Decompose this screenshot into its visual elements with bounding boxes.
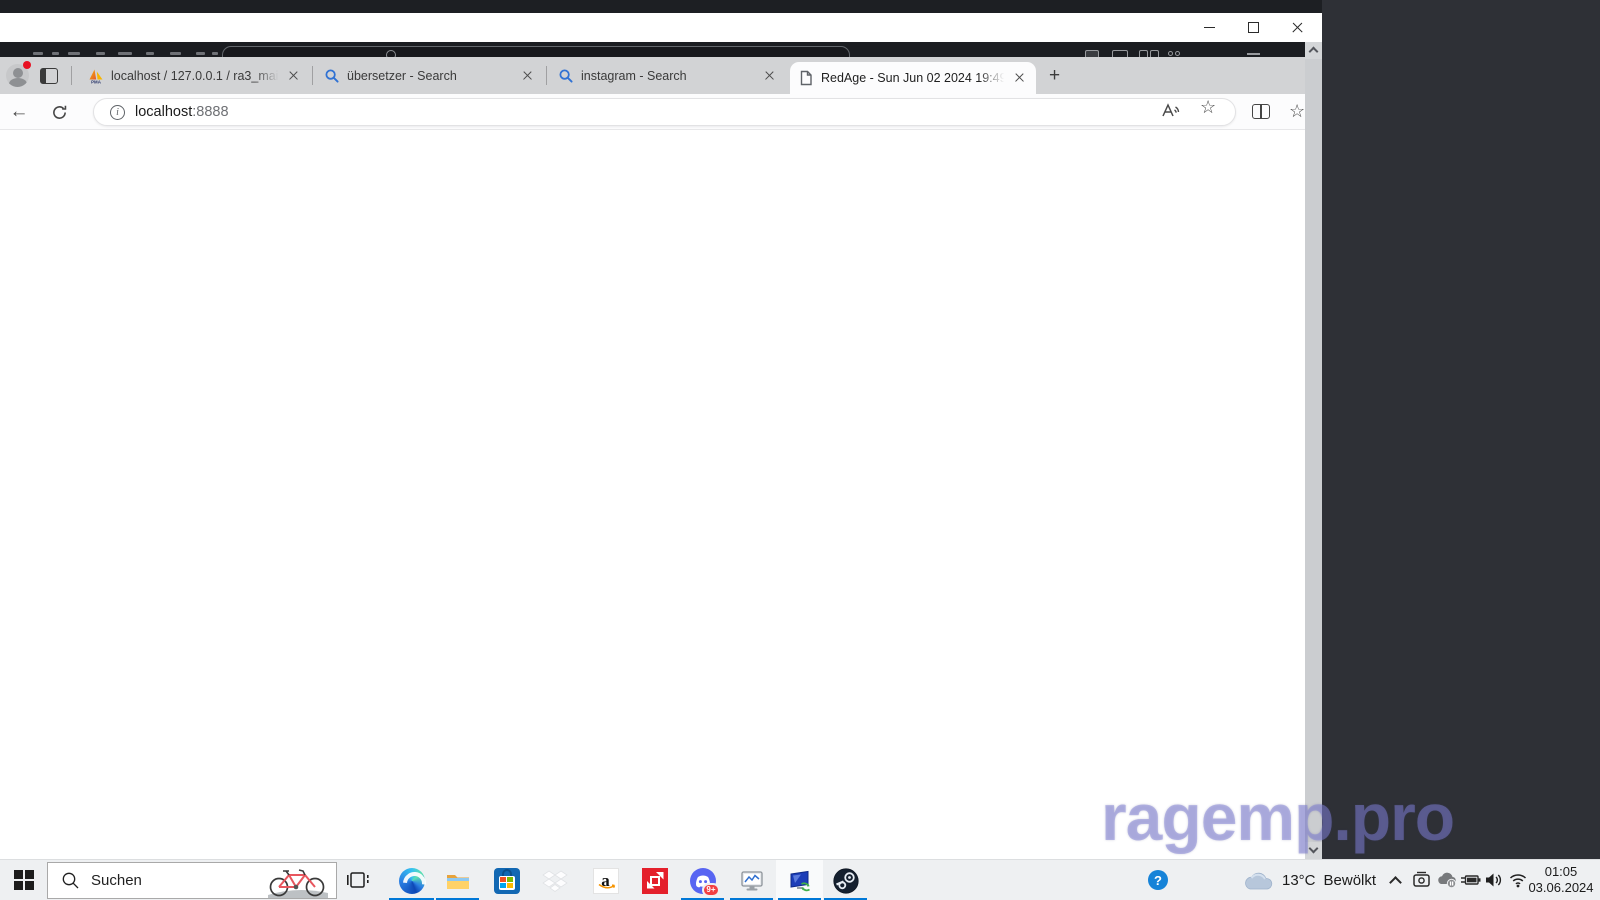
edge-icon: [399, 868, 425, 894]
taskbar-app-amazon[interactable]: a: [582, 860, 629, 900]
search-icon: [324, 68, 340, 84]
taskbar-clock[interactable]: 01:05 03.06.2024: [1528, 863, 1594, 895]
site-info-icon[interactable]: i: [110, 105, 125, 120]
page-icon: [798, 70, 814, 86]
taskbar-app-remote-desktop[interactable]: [776, 860, 823, 900]
search-icon: [386, 50, 396, 57]
reload-button[interactable]: [46, 99, 72, 125]
tab-close-button[interactable]: [762, 68, 778, 84]
search-icon: [61, 871, 80, 890]
scrollbar[interactable]: [1305, 42, 1322, 859]
tab-title: übersetzer - Search: [347, 69, 516, 83]
phpmyadmin-icon: PMA: [88, 68, 104, 84]
watermark: ragemp.pro: [1101, 784, 1454, 850]
weather-widget[interactable]: 13°C Bewölkt: [1242, 860, 1376, 900]
favorite-star-button[interactable]: ☆: [1200, 97, 1216, 118]
browser-window: PMA localhost / 127.0.0.1 / ra3_main | ü…: [0, 13, 1322, 859]
favorites-bar-icon[interactable]: ☆: [1289, 101, 1305, 122]
read-aloud-icon: [1160, 101, 1182, 121]
window-titlebar: [0, 13, 1322, 42]
amd-icon: [642, 868, 668, 894]
read-aloud-button[interactable]: [1160, 101, 1182, 126]
new-tab-button[interactable]: +: [1044, 65, 1065, 86]
tab-close-button[interactable]: [286, 68, 302, 84]
chevron-up-icon: [1309, 47, 1319, 57]
desktop: PMA localhost / 127.0.0.1 / ra3_main | ü…: [0, 0, 1600, 900]
file-explorer-icon: [445, 868, 471, 894]
cast-device-icon[interactable]: [1412, 871, 1432, 889]
clock-date: 03.06.2024: [1528, 880, 1594, 895]
start-button[interactable]: [14, 870, 35, 891]
steam-icon: [833, 868, 859, 894]
taskbar: Suchen: [0, 859, 1600, 900]
address-bar[interactable]: i localhost:8888: [93, 98, 1236, 126]
taskbar-app-edge[interactable]: [388, 860, 435, 900]
weather-condition: Bewölkt: [1324, 872, 1377, 889]
microsoft-store-icon: [494, 868, 520, 894]
background-search-field: [222, 46, 850, 57]
background-window-sliver: [0, 42, 1305, 57]
close-button[interactable]: [1275, 13, 1319, 42]
tab-instagram-search[interactable]: instagram - Search: [550, 57, 786, 94]
taskbar-app-discord[interactable]: 9+: [679, 860, 726, 900]
taskbar-app-file-explorer[interactable]: [434, 860, 481, 900]
system-monitor-icon: [739, 868, 765, 894]
tab-title: RedAge - Sun Jun 02 2024 19:49:: [821, 71, 1008, 85]
search-icon: [558, 68, 574, 84]
dropbox-icon: [542, 868, 568, 894]
profile-notification-dot: [23, 61, 31, 69]
tab-actions-icon[interactable]: [40, 68, 58, 84]
blank-page-content: [0, 130, 1305, 859]
browser-toolbar: ← i localhost:8888 ☆ ☆: [0, 94, 1305, 130]
taskbar-app-system-monitor[interactable]: [728, 860, 775, 900]
reload-icon: [51, 104, 68, 121]
discord-notification-badge: 9+: [702, 883, 719, 897]
discord-icon: 9+: [690, 868, 716, 894]
help-button[interactable]: ?: [1148, 870, 1168, 890]
scrollbar-up-button[interactable]: [1305, 42, 1322, 59]
background-window-titlebar: [0, 0, 1322, 13]
clock-time: 01:05: [1528, 863, 1594, 880]
tab-uebersetzer-search[interactable]: übersetzer - Search: [316, 57, 544, 94]
taskbar-app-amd-software[interactable]: [631, 860, 678, 900]
minimize-icon: [1204, 27, 1215, 28]
url-text: localhost:8888: [135, 104, 229, 120]
maximize-icon: [1248, 22, 1259, 33]
onedrive-cloud-icon[interactable]: [1436, 871, 1458, 889]
taskbar-app-dropbox[interactable]: [531, 860, 578, 900]
split-screen-button[interactable]: [1252, 104, 1270, 119]
cloud-icon: [1242, 871, 1274, 890]
wifi-icon[interactable]: [1508, 871, 1528, 889]
task-view-button[interactable]: [346, 869, 370, 892]
svg-text:PMA: PMA: [91, 79, 102, 83]
tab-close-button[interactable]: [520, 68, 536, 84]
volume-icon[interactable]: [1484, 871, 1504, 889]
amazon-icon: a: [593, 868, 619, 894]
tab-redage-active[interactable]: RedAge - Sun Jun 02 2024 19:49:: [790, 62, 1036, 94]
tab-title: instagram - Search: [581, 69, 758, 83]
taskbar-app-microsoft-store[interactable]: [483, 860, 530, 900]
tab-close-button[interactable]: [1012, 70, 1028, 86]
taskbar-search-box[interactable]: Suchen: [47, 862, 337, 899]
battery-charging-icon[interactable]: [1460, 871, 1482, 889]
weather-temperature: 13°C: [1282, 872, 1316, 889]
tab-title: localhost / 127.0.0.1 / ra3_main |: [111, 69, 282, 83]
back-button[interactable]: ←: [6, 99, 32, 125]
tab-phpmyadmin[interactable]: PMA localhost / 127.0.0.1 / ra3_main |: [80, 57, 310, 94]
taskbar-app-steam[interactable]: [822, 860, 869, 900]
tab-bar: PMA localhost / 127.0.0.1 / ra3_main | ü…: [0, 57, 1305, 94]
search-highlight-bicycle-icon: [265, 865, 331, 899]
minimize-button[interactable]: [1187, 13, 1231, 42]
search-placeholder: Suchen: [91, 872, 142, 889]
tray-expand-chevron-icon[interactable]: [1389, 876, 1402, 889]
remote-desktop-icon: [787, 868, 813, 894]
maximize-button[interactable]: [1231, 13, 1275, 42]
task-view-icon: [346, 869, 370, 892]
